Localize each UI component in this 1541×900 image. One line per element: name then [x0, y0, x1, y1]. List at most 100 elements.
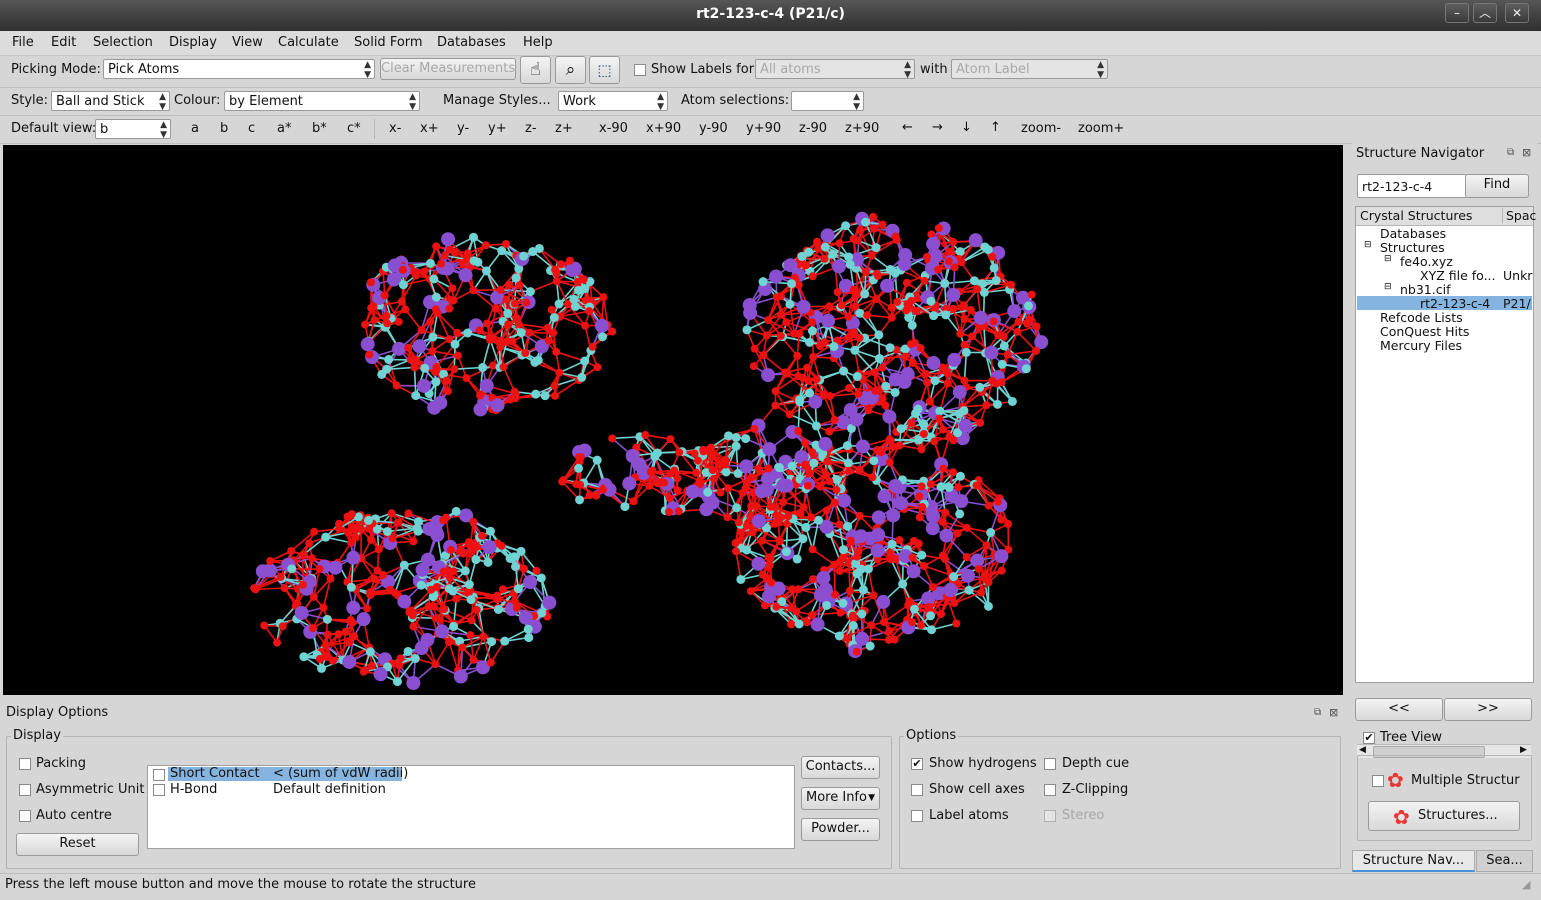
atom[interactable] — [893, 298, 901, 306]
atom[interactable] — [925, 603, 933, 611]
atom[interactable] — [322, 641, 330, 649]
atom[interactable] — [531, 390, 540, 399]
atom[interactable] — [300, 551, 308, 559]
atom[interactable] — [1007, 281, 1015, 289]
atom[interactable] — [494, 605, 503, 614]
atom[interactable] — [357, 525, 365, 533]
atom[interactable] — [917, 445, 925, 453]
menu-help[interactable]: Help — [523, 35, 553, 50]
zoom-out-button[interactable]: zoom- — [1021, 121, 1061, 136]
arrow-left-icon[interactable]: ← — [902, 120, 913, 135]
atom[interactable] — [393, 519, 401, 527]
atom[interactable] — [580, 357, 589, 366]
atom[interactable] — [316, 565, 324, 573]
atom[interactable] — [329, 657, 337, 665]
atom[interactable] — [473, 402, 487, 416]
atom[interactable] — [516, 281, 524, 289]
atom[interactable] — [478, 363, 487, 372]
atom[interactable] — [872, 243, 881, 252]
atom[interactable] — [459, 549, 467, 557]
atom[interactable] — [935, 415, 943, 423]
with-label-select[interactable]: Atom Label▲▼ — [951, 59, 1108, 79]
atom[interactable] — [463, 328, 472, 337]
atom[interactable] — [839, 367, 848, 376]
atom[interactable] — [513, 314, 521, 322]
atom[interactable] — [997, 516, 1005, 524]
atom[interactable] — [324, 631, 332, 639]
atom[interactable] — [871, 368, 879, 376]
atom[interactable] — [429, 274, 438, 283]
atom[interactable] — [881, 382, 890, 391]
atom[interactable] — [277, 573, 285, 581]
atom[interactable] — [922, 370, 930, 378]
atom[interactable] — [487, 637, 496, 646]
atom[interactable] — [521, 349, 529, 357]
atom[interactable] — [761, 368, 775, 382]
atom[interactable] — [440, 568, 448, 576]
atom[interactable] — [759, 351, 767, 359]
maximize-button[interactable]: ︿ — [1473, 3, 1497, 23]
atom[interactable] — [998, 360, 1007, 369]
atom[interactable] — [469, 518, 477, 526]
atom[interactable] — [935, 407, 944, 416]
atom[interactable] — [435, 624, 449, 638]
atom[interactable] — [798, 534, 807, 543]
atom[interactable] — [287, 564, 296, 573]
atom[interactable] — [984, 578, 992, 586]
atom[interactable] — [861, 218, 870, 227]
move-y-plus-button[interactable]: y+ — [488, 121, 507, 136]
atom[interactable] — [898, 257, 912, 271]
atom[interactable] — [795, 330, 803, 338]
atom[interactable] — [955, 409, 964, 418]
atom[interactable] — [470, 256, 479, 265]
atom[interactable] — [917, 621, 925, 629]
atom[interactable] — [409, 611, 417, 619]
atom[interactable] — [599, 293, 607, 301]
atom[interactable] — [580, 284, 589, 293]
atom[interactable] — [411, 391, 420, 400]
atom[interactable] — [782, 547, 791, 556]
atom[interactable] — [984, 346, 998, 360]
atom[interactable] — [869, 213, 877, 221]
atom[interactable] — [496, 338, 504, 346]
atom[interactable] — [809, 353, 817, 361]
atom[interactable] — [926, 297, 935, 306]
atom[interactable] — [793, 352, 801, 360]
atom[interactable] — [549, 329, 557, 337]
hand-pointer-icon[interactable]: ☝ — [520, 56, 551, 84]
atom[interactable] — [433, 614, 441, 622]
atom[interactable] — [450, 296, 458, 304]
atom[interactable] — [888, 304, 896, 312]
atom[interactable] — [1028, 291, 1036, 299]
atom[interactable] — [447, 546, 455, 554]
atom[interactable] — [845, 384, 853, 392]
atom[interactable] — [432, 368, 440, 376]
atom[interactable] — [428, 347, 436, 355]
atom[interactable] — [893, 236, 901, 244]
atom[interactable] — [886, 508, 900, 522]
atom[interactable] — [454, 670, 468, 684]
move-x-plus-button[interactable]: x+ — [420, 121, 439, 136]
atom[interactable] — [960, 301, 968, 309]
atom[interactable] — [1008, 397, 1017, 406]
atom[interactable] — [965, 586, 974, 595]
rotate-y-minus-90-button[interactable]: y-90 — [699, 121, 728, 136]
atom[interactable] — [299, 581, 307, 589]
clear-measurements-button[interactable]: Clear Measurements — [380, 58, 516, 80]
zoom-in-button[interactable]: zoom+ — [1078, 121, 1124, 136]
atom[interactable] — [850, 286, 858, 294]
atom[interactable] — [949, 238, 957, 246]
atom[interactable] — [493, 592, 501, 600]
atom[interactable] — [399, 266, 407, 274]
atom[interactable] — [535, 244, 544, 253]
atom[interactable] — [832, 259, 846, 273]
atom[interactable] — [401, 305, 409, 313]
atom[interactable] — [465, 580, 474, 589]
atom[interactable] — [517, 328, 526, 337]
atom[interactable] — [956, 247, 965, 256]
atom[interactable] — [397, 654, 405, 662]
atom[interactable] — [384, 355, 393, 364]
atom[interactable] — [484, 558, 493, 567]
atom[interactable] — [786, 410, 794, 418]
atom[interactable] — [856, 334, 864, 342]
